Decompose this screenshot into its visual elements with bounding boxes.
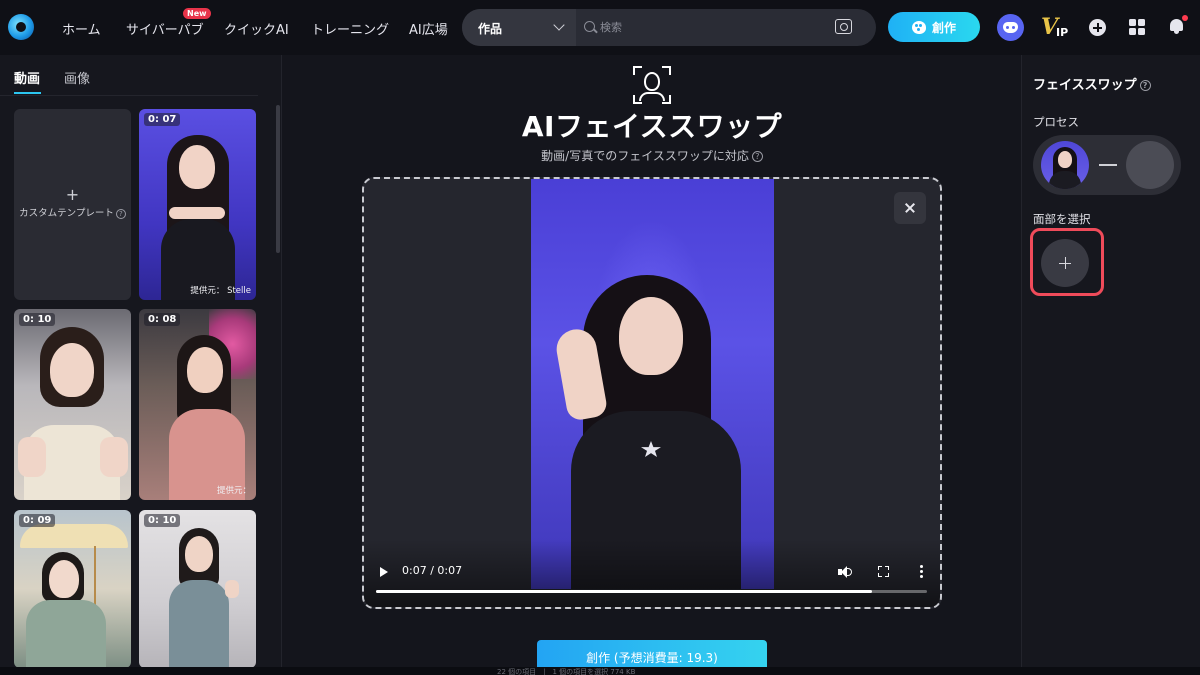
credit-label: 提供元：: [216, 486, 251, 496]
more-options-icon[interactable]: [920, 565, 923, 578]
help-icon[interactable]: ?: [1139, 80, 1151, 91]
search-category-select[interactable]: 作品: [462, 9, 576, 46]
nav-home[interactable]: ホーム: [62, 19, 101, 38]
tab-image[interactable]: 画像: [64, 68, 90, 87]
template-panel: 動画 画像 + カスタムテンプレート? 0: 07 提供元： Stelle 0:…: [0, 55, 282, 675]
person-face: [50, 343, 94, 397]
help-icon[interactable]: ?: [115, 208, 126, 219]
discord-icon[interactable]: [997, 14, 1024, 41]
template-thumbnail[interactable]: 0: 10: [14, 309, 131, 500]
app-logo-icon[interactable]: [8, 14, 34, 40]
fullscreen-icon[interactable]: [878, 566, 889, 577]
notification-bell-icon[interactable]: [1169, 18, 1184, 34]
duration-label: 0: 09: [19, 514, 56, 527]
plus-icon: +: [65, 185, 80, 204]
video-upload-area[interactable]: 0:07 / 0:07: [362, 177, 942, 609]
create-button[interactable]: 創作: [888, 12, 980, 42]
volume-icon[interactable]: [838, 566, 852, 578]
chevron-down-icon: [553, 19, 565, 31]
duration-label: 0: 10: [144, 514, 181, 527]
add-circle-icon[interactable]: [1089, 19, 1106, 36]
template-thumbnail[interactable]: 0: 09: [14, 510, 131, 668]
person-face: [179, 145, 215, 189]
process-label: プロセス: [1033, 115, 1079, 129]
umbrella-icon: [20, 524, 128, 548]
progress-fill: [376, 590, 872, 593]
duration-label: 0: 10: [19, 313, 56, 326]
person-face: [619, 297, 683, 375]
panel-title: フェイススワップ: [1033, 78, 1137, 93]
camera-icon[interactable]: [835, 19, 852, 34]
add-face-button[interactable]: [1041, 239, 1089, 287]
search-category-label: 作品: [478, 22, 503, 36]
time-display: 0:07 / 0:07: [402, 564, 463, 577]
scrollbar[interactable]: [276, 105, 280, 253]
video-controls: 0:07 / 0:07: [364, 539, 940, 607]
status-text: 22 個の項目 | 1 個の項目を選択 774 KB: [497, 668, 636, 675]
nav-ai-plaza[interactable]: AI広場: [409, 19, 448, 38]
play-icon[interactable]: [380, 567, 388, 577]
duration-label: 0: 07: [144, 113, 181, 126]
settings-panel: フェイススワップ? プロセス 面部を選択: [1021, 55, 1200, 675]
new-badge: New: [183, 8, 211, 19]
person-face: [49, 560, 79, 598]
duration-label: 0: 08: [144, 313, 181, 326]
person-face: [185, 536, 213, 572]
process-preview: [1033, 135, 1181, 195]
main-workspace: AIフェイススワップ 動画/写真でのフェイススワップに対応? 0:07 / 0:…: [283, 55, 1021, 675]
nav-training[interactable]: トレーニング: [311, 19, 389, 38]
search-bar: 作品: [462, 9, 876, 46]
notification-dot: [1182, 15, 1188, 21]
credit-label: 提供元： Stelle: [190, 286, 251, 296]
arrow-right-icon: [1099, 164, 1117, 166]
person-face: [187, 347, 223, 393]
tab-video[interactable]: 動画: [14, 68, 40, 87]
search-input[interactable]: [600, 17, 820, 38]
video-preview[interactable]: [531, 179, 774, 589]
top-bar: ホーム サイバーパブ New クイックAI トレーニング AI広場 作品 創作 …: [0, 0, 1200, 55]
create-button-label: 創作: [931, 20, 956, 35]
target-face-placeholder: [1126, 141, 1174, 189]
custom-template-label: カスタムテンプレート: [19, 208, 114, 219]
template-thumbnail[interactable]: 0: 08 提供元：: [139, 309, 256, 500]
page-title: AIフェイススワップ: [521, 110, 783, 143]
vip-icon[interactable]: V IP: [1041, 14, 1071, 42]
face-scan-icon: [633, 66, 671, 104]
template-thumbnail[interactable]: 0: 07 提供元： Stelle: [139, 109, 256, 300]
nav-cyberpub[interactable]: サイバーパブ: [126, 19, 204, 38]
help-icon[interactable]: ?: [751, 151, 763, 162]
apps-grid-icon[interactable]: [1129, 19, 1145, 35]
select-face-label: 面部を選択: [1033, 212, 1091, 226]
tabs-divider: [0, 95, 258, 96]
page-subtitle: 動画/写真でのフェイススワップに対応: [541, 149, 749, 163]
tab-active-indicator: [14, 92, 41, 94]
close-button[interactable]: [894, 192, 926, 224]
custom-template-card[interactable]: + カスタムテンプレート?: [14, 109, 131, 300]
palette-icon: [911, 20, 926, 34]
nav-quick-ai[interactable]: クイックAI: [224, 19, 289, 38]
source-face-avatar: [1041, 141, 1089, 189]
template-thumbnail[interactable]: 0: 10: [139, 510, 256, 668]
progress-slider[interactable]: [376, 590, 927, 593]
search-icon: [584, 21, 595, 32]
